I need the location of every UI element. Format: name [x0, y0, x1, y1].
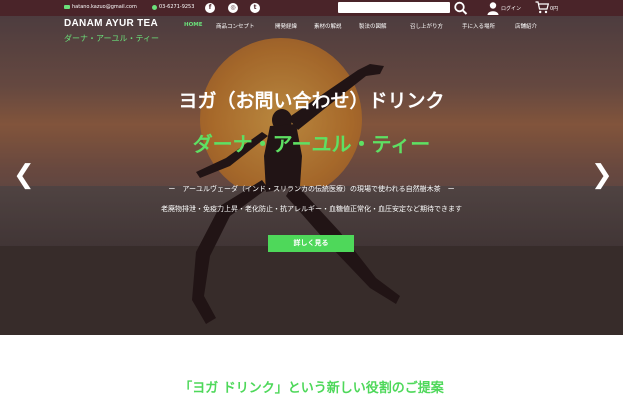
nav-materials[interactable]: 素材の解説 — [314, 22, 342, 30]
nav-concept[interactable]: 商品コンセプト — [216, 22, 255, 30]
nav-where-to-buy[interactable]: 手に入る場所 — [462, 22, 495, 30]
phone-text[interactable]: 03-6271-9253 — [159, 4, 194, 10]
top-bar: hatano.kazuo@gmail.com 03-6271-9253 f ◎ … — [0, 0, 623, 16]
search-icon[interactable] — [453, 1, 469, 15]
nav-history[interactable]: 開発経緯 — [275, 22, 297, 30]
user-icon[interactable] — [486, 1, 500, 15]
details-button[interactable]: 詳しく見る — [268, 235, 354, 252]
cart-icon[interactable] — [535, 1, 549, 14]
nav-process[interactable]: 製法の図解 — [359, 22, 387, 30]
chevron-left-icon[interactable]: ❮ — [13, 162, 35, 188]
hero-benefits: 老廃物排泄・免疫力上昇・老化防止・抗アレルギー・血糖値正常化・血圧安定など期待で… — [161, 205, 462, 213]
hero-description: ー アーユルヴェーダ（インド・スリランカの伝統医療）の現場で使われる自然樹木茶 … — [168, 185, 455, 193]
nav-how-to-drink[interactable]: 召し上がり方 — [410, 22, 443, 30]
hero-title: ヨガ（お問い合わせ）ドリンク — [178, 90, 445, 112]
hero-overlay — [0, 16, 623, 335]
twitter-icon[interactable]: t — [250, 3, 260, 13]
instagram-icon[interactable]: ◎ — [228, 3, 238, 13]
hero-slider — [0, 16, 623, 335]
envelope-icon — [64, 5, 70, 9]
chevron-right-icon[interactable]: ❯ — [591, 162, 613, 188]
hero-subtitle: ダーナ・アーユル・ティー — [192, 132, 431, 156]
brand-subtitle: ダーナ・アーユル・ティー — [64, 34, 160, 43]
email-text[interactable]: hatano.kazuo@gmail.com — [72, 4, 137, 10]
email-contact[interactable]: hatano.kazuo@gmail.com — [64, 4, 137, 10]
phone-icon — [152, 4, 157, 10]
phone-contact[interactable]: 03-6271-9253 — [152, 4, 194, 10]
brand-logo[interactable]: DANAM AYUR TEA — [64, 18, 158, 29]
section-title: 「ヨガ ドリンク」という新しい役割のご提案 — [179, 381, 444, 396]
nav-home[interactable]: HOME — [184, 22, 203, 28]
cart-total[interactable]: 0円 — [550, 5, 558, 12]
search-input[interactable] — [338, 2, 450, 13]
facebook-icon[interactable]: f — [205, 3, 215, 13]
login-link[interactable]: ログイン — [501, 5, 521, 12]
nav-stores[interactable]: 店舗紹介 — [515, 22, 537, 30]
